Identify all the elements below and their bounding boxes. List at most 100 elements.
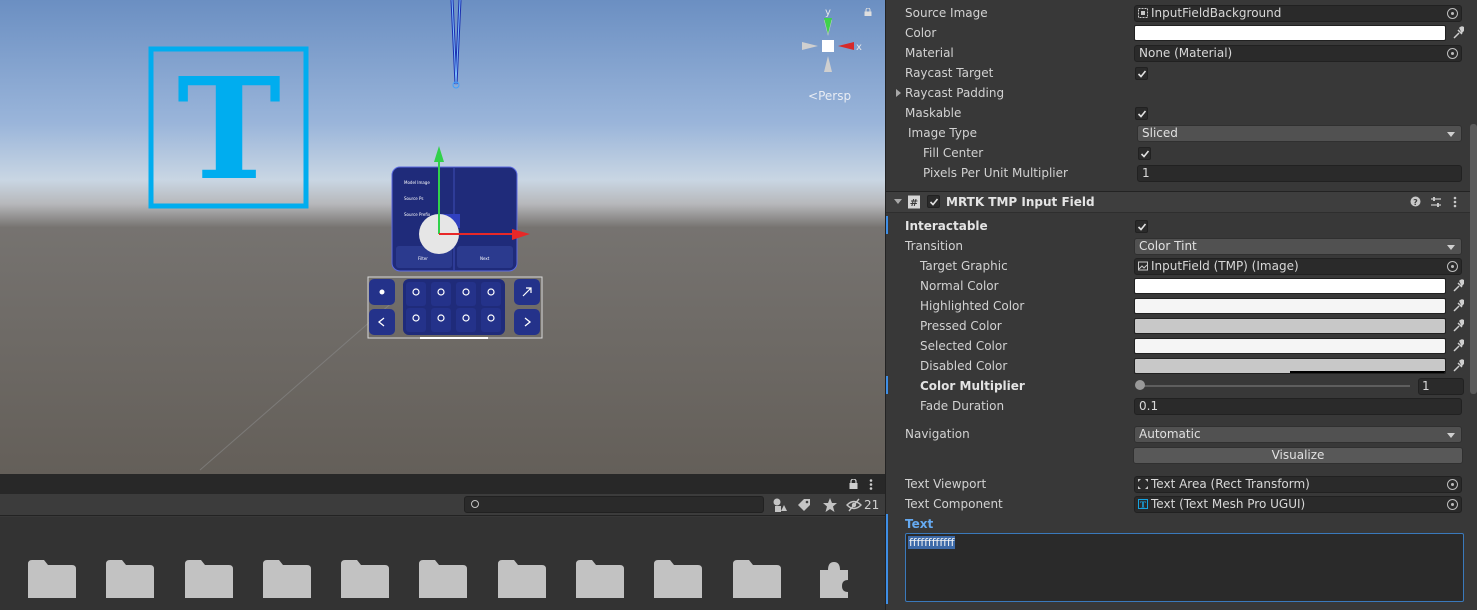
image-type-value: Sliced (1142, 126, 1178, 140)
highlighted-color-swatch[interactable] (1134, 298, 1446, 314)
maskable-checkbox[interactable] (1135, 107, 1148, 120)
help-icon[interactable]: ? (1410, 196, 1421, 207)
ppu-field[interactable]: 1 (1137, 165, 1462, 182)
eyedropper-icon[interactable] (1452, 339, 1464, 353)
component-enabled-checkbox[interactable] (927, 195, 940, 208)
project-search-input[interactable] (464, 496, 764, 513)
raycast-padding-row[interactable]: Raycast Padding (886, 83, 1477, 103)
text-label: Text (905, 517, 934, 531)
folder-icon[interactable] (341, 558, 389, 598)
object-picker-icon[interactable] (1447, 499, 1458, 510)
eyedropper-icon[interactable] (1452, 359, 1464, 373)
material-field[interactable]: None (Material) (1134, 45, 1462, 62)
object-picker-icon[interactable] (1447, 261, 1458, 272)
checkmark-icon (1137, 110, 1147, 118)
scene-view[interactable]: T Model Image Source Ps Source Prefix Fi… (0, 0, 885, 474)
component-header[interactable]: # MRTK TMP Input Field ? (886, 191, 1477, 213)
color-multiplier-slider-track[interactable] (1138, 385, 1410, 387)
text-label-row: Text (886, 514, 1477, 534)
folder-icon[interactable] (576, 558, 624, 598)
foldout-arrow-icon[interactable] (894, 199, 902, 204)
image-type-dropdown[interactable]: Sliced (1137, 125, 1462, 142)
interactable-label: Interactable (905, 219, 988, 233)
text-component-row: Text Component T Text (Text Mesh Pro UGU… (886, 494, 1477, 514)
raycast-target-checkbox[interactable] (1135, 67, 1148, 80)
eyedropper-icon[interactable] (1452, 319, 1464, 333)
svg-text:T: T (1140, 500, 1146, 510)
perspective-toggle[interactable]: <Persp (808, 89, 851, 103)
keyboard-panel[interactable] (367, 276, 543, 339)
normal-color-swatch[interactable] (1134, 278, 1446, 294)
ppu-label: Pixels Per Unit Multiplier (923, 166, 1068, 180)
disabled-color-swatch[interactable] (1134, 358, 1446, 374)
color-multiplier-row: Color Multiplier 1 (886, 376, 1477, 396)
folder-icon[interactable] (185, 558, 233, 598)
text-mesh-icon: T (148, 46, 309, 212)
more-icon[interactable] (869, 479, 873, 490)
hand-menu-panel[interactable] (391, 146, 530, 272)
disabled-color-label: Disabled Color (920, 359, 1008, 373)
eyedropper-icon[interactable] (1452, 299, 1464, 313)
svg-text:?: ? (1413, 198, 1418, 207)
color-multiplier-slider-thumb[interactable] (1135, 380, 1145, 390)
eyedropper-icon[interactable] (1452, 26, 1464, 40)
color-row: Color (886, 23, 1477, 43)
inspector-panel: Source Image InputFieldBackground Color … (885, 0, 1477, 610)
foldout-arrow-icon[interactable] (896, 89, 901, 97)
scene-lock-icon[interactable] (864, 8, 872, 16)
transition-value: Color Tint (1139, 239, 1197, 253)
folder-icon[interactable] (733, 558, 781, 598)
interactable-checkbox[interactable] (1135, 220, 1148, 233)
transition-row: Transition Color Tint (886, 236, 1477, 256)
text-mesh-icon: T (1138, 499, 1148, 509)
component-title: MRTK TMP Input Field (946, 195, 1095, 209)
project-toolbar: 21 (0, 494, 885, 516)
visibility-icon[interactable] (846, 497, 862, 513)
folder-icon[interactable] (498, 558, 546, 598)
text-viewport-field[interactable]: Text Area (Rect Transform) (1134, 476, 1462, 493)
pressed-color-swatch[interactable] (1134, 318, 1446, 334)
lock-icon[interactable] (849, 479, 858, 489)
folder-icon[interactable] (654, 558, 702, 598)
gizmo-y-label: y (825, 7, 831, 18)
text-area[interactable]: ffffffffffff (905, 533, 1464, 602)
fade-duration-field[interactable]: 0.1 (1134, 398, 1462, 415)
target-graphic-field[interactable]: InputField (TMP) (Image) (1134, 258, 1462, 275)
package-icon[interactable] (818, 558, 850, 598)
source-image-value: InputFieldBackground (1151, 6, 1282, 20)
target-graphic-value: InputField (TMP) (Image) (1151, 259, 1299, 273)
color-swatch[interactable] (1134, 25, 1446, 41)
inspector-scrollbar[interactable] (1470, 124, 1477, 394)
project-asset-grid[interactable] (0, 517, 885, 610)
image-type-label: Image Type (908, 126, 977, 140)
transition-label: Transition (905, 239, 964, 253)
text-component-field[interactable]: T Text (Text Mesh Pro UGUI) (1134, 496, 1462, 513)
presets-icon[interactable] (1430, 196, 1442, 208)
navigation-dropdown[interactable]: Automatic (1134, 426, 1462, 443)
folder-icon[interactable] (419, 558, 467, 598)
transition-dropdown[interactable]: Color Tint (1134, 238, 1462, 255)
maskable-label: Maskable (905, 106, 962, 120)
folder-icon[interactable] (106, 558, 154, 598)
star-icon[interactable] (822, 497, 838, 513)
object-picker-icon[interactable] (1447, 479, 1458, 490)
checkmark-icon (1140, 150, 1150, 158)
text-viewport-label: Text Viewport (905, 477, 987, 491)
source-image-field[interactable]: InputFieldBackground (1134, 5, 1462, 22)
fade-duration-label: Fade Duration (920, 399, 1005, 413)
visualize-button[interactable]: Visualize (1133, 447, 1463, 464)
label-icon[interactable] (796, 497, 812, 513)
navigation-label: Navigation (905, 427, 970, 441)
eyedropper-icon[interactable] (1452, 279, 1464, 293)
fade-duration-row: Fade Duration 0.1 (886, 396, 1477, 416)
more-icon[interactable] (1453, 196, 1457, 208)
object-picker-icon[interactable] (1447, 8, 1458, 19)
folder-icon[interactable] (263, 558, 311, 598)
fill-center-checkbox[interactable] (1138, 147, 1151, 160)
object-picker-icon[interactable] (1447, 48, 1458, 59)
orientation-gizmo-icon[interactable]: y x (793, 6, 863, 76)
folder-icon[interactable] (28, 558, 76, 598)
color-multiplier-field[interactable]: 1 (1418, 378, 1464, 395)
filter-type-icon[interactable] (772, 497, 788, 513)
selected-color-swatch[interactable] (1134, 338, 1446, 354)
